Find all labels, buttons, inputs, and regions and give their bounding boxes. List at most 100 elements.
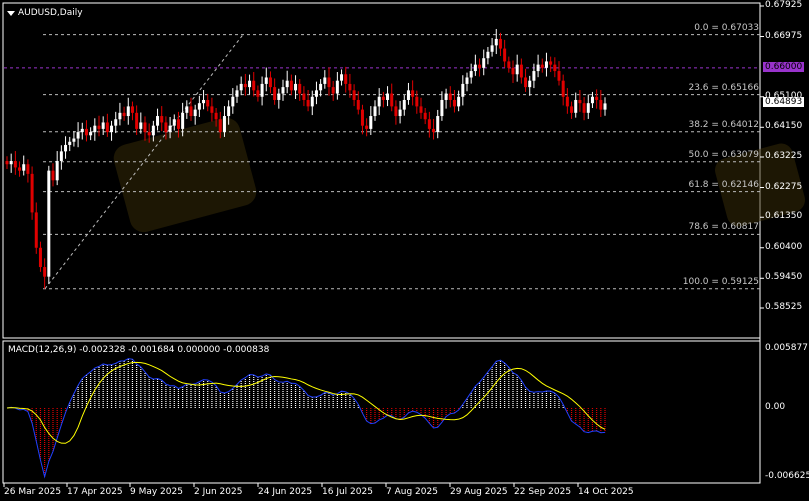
candle-body — [105, 122, 109, 133]
candle-body — [51, 170, 55, 181]
candle-body — [172, 119, 176, 126]
candle-body — [264, 77, 268, 84]
candle-body — [310, 96, 314, 107]
candle-body — [448, 93, 452, 100]
candle-body — [557, 71, 561, 81]
candle-body — [30, 173, 34, 213]
price-axis-label: 0.63225 — [765, 151, 803, 161]
candle-body — [331, 87, 335, 94]
candle-body — [586, 103, 590, 113]
candle-body — [97, 125, 101, 129]
candle-body — [285, 80, 289, 88]
fib-level-label: 61.8 = 0.62146 — [688, 179, 759, 190]
candle-body — [256, 90, 260, 97]
candle-body — [490, 45, 494, 52]
date-axis-label: 14 Oct 2025 — [578, 487, 634, 497]
candle-body — [415, 96, 419, 107]
candle-body — [356, 99, 360, 110]
candle-body — [590, 96, 594, 104]
level-line-tag: 0.66000 — [763, 61, 805, 72]
candle-body — [239, 83, 243, 91]
candle-body — [469, 71, 473, 78]
candle-body — [394, 106, 398, 117]
candle-body — [524, 77, 528, 88]
candle-body — [193, 109, 197, 117]
price-axis-label: 0.66975 — [765, 30, 803, 41]
candle-body — [38, 247, 42, 268]
candle-body — [47, 170, 51, 277]
date-axis-label: 26 Mar 2025 — [4, 487, 62, 497]
candle-body — [411, 90, 415, 97]
candle-body — [406, 90, 410, 100]
macd-axis-label: 0.005877 — [765, 343, 808, 353]
price-axis-label: 0.58525 — [765, 302, 803, 312]
candle-body — [507, 61, 511, 68]
price-axis-label: 0.64150 — [765, 121, 803, 132]
chart-window[interactable]: AUDUSD,Daily 0.67925 0.66975 0.65100 0.6415… — [0, 0, 809, 501]
candle-body — [9, 161, 13, 165]
candle-body — [156, 116, 160, 126]
candle-body — [549, 61, 553, 65]
candle-body — [498, 38, 502, 49]
candle-body — [294, 83, 298, 91]
candle-body — [185, 106, 189, 113]
candle-body — [540, 64, 544, 68]
candle-body — [231, 96, 235, 107]
chart-canvas[interactable] — [0, 0, 809, 501]
candle-body — [532, 71, 536, 81]
price-axis-label: 0.61350 — [765, 211, 803, 222]
candle-body — [202, 99, 206, 104]
candle-body — [34, 212, 38, 248]
candle-body — [314, 90, 318, 97]
candle-body — [340, 74, 344, 81]
candle-body — [143, 122, 147, 133]
candle-body — [197, 103, 201, 110]
candle-body — [381, 96, 385, 100]
dropdown-triangle-icon[interactable] — [7, 11, 15, 16]
date-axis-label: 22 Sep 2025 — [514, 487, 572, 497]
candle-body — [181, 112, 185, 129]
candle-body — [84, 128, 88, 136]
candle-body — [18, 167, 22, 171]
candle-body — [93, 125, 97, 133]
candle-body — [189, 106, 193, 117]
candle-body — [235, 90, 239, 97]
macd-axis-label: 0.00 — [765, 402, 786, 412]
candle-body — [210, 106, 214, 113]
candle-body — [164, 122, 168, 133]
candle-body — [130, 106, 134, 113]
date-axis-label: 16 Jul 2025 — [322, 487, 373, 497]
price-axis-label: 0.62275 — [765, 181, 803, 192]
candle-body — [599, 99, 603, 110]
candle-body — [80, 128, 84, 133]
current-price-tag: 0.64893 — [763, 97, 805, 108]
candle-body — [101, 122, 105, 129]
candle-body — [398, 109, 402, 117]
candle-body — [440, 99, 444, 117]
fib-level-label: 0.0 = 0.67033 — [694, 22, 759, 33]
candle-body — [64, 144, 68, 152]
candle-body — [160, 116, 164, 123]
candle-body — [595, 96, 599, 100]
macd-label: MACD(12,26,9) -0.002328 -0.001684 0.0000… — [8, 345, 270, 355]
candle-body — [482, 58, 486, 68]
candle-body — [360, 109, 364, 126]
macd-axis-label: -0.006625 — [765, 471, 809, 481]
candle-body — [151, 125, 155, 136]
candle-body — [544, 61, 548, 68]
chart-title: AUDUSD,Daily — [18, 8, 83, 18]
price-axis-label: 0.60400 — [765, 241, 803, 252]
candle-body — [277, 93, 281, 100]
candle-body — [114, 119, 118, 126]
candle-body — [168, 125, 172, 133]
candle-body — [59, 151, 63, 162]
candle-body — [528, 80, 532, 88]
candle-body — [473, 64, 477, 72]
candle-body — [319, 83, 323, 91]
candle-body — [26, 164, 30, 174]
candle-body — [118, 112, 122, 120]
macd-main-line — [6, 358, 606, 479]
candle-body — [273, 87, 277, 100]
candle-body — [519, 64, 523, 78]
candle-body — [110, 125, 114, 133]
